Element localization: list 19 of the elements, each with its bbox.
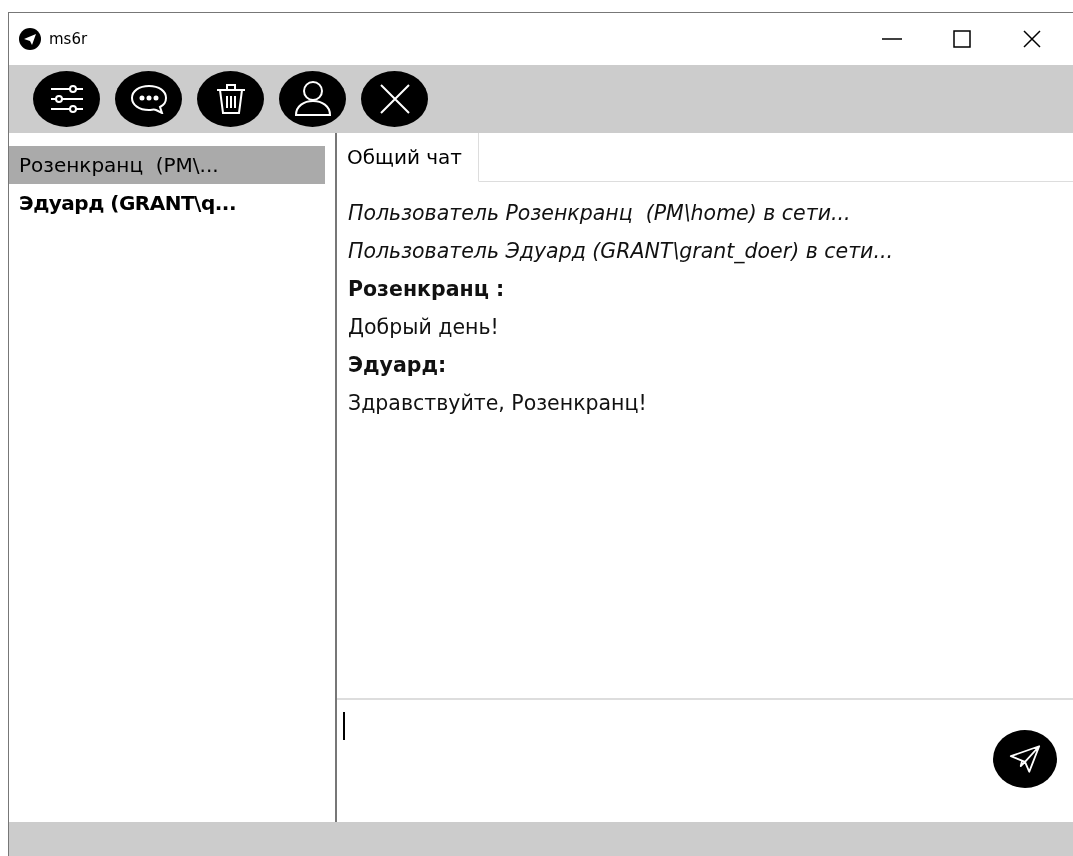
close-icon	[378, 83, 411, 115]
app-logo-icon	[19, 28, 41, 50]
maximize-icon	[953, 30, 971, 48]
user-icon	[292, 79, 333, 119]
contact-item[interactable]: Розенкранц (PM\...	[9, 146, 325, 184]
system-message: Пользователь Розенкранц (PM\home) в сети...	[348, 200, 852, 227]
message-author: Розенкранц :	[348, 276, 506, 303]
chat-tab[interactable]: Общий чат	[337, 133, 479, 182]
system-message: Пользователь Эдуард (GRANT\grant_doer) в сети...	[348, 238, 894, 266]
settings-icon	[48, 84, 85, 114]
message-text: Здравствуйте, Розенкранц!	[348, 390, 648, 417]
close-icon	[1023, 30, 1041, 48]
message-author: Эдуард:	[348, 352, 448, 379]
window-title: ms6r	[49, 30, 89, 48]
minimize-icon	[882, 38, 902, 40]
speech-bubble-icon	[129, 84, 168, 114]
contact-item[interactable]: Эдуард (GRANT\q...	[9, 184, 325, 222]
paper-plane-icon	[1008, 742, 1042, 776]
message-text: Добрый день!	[348, 314, 500, 341]
